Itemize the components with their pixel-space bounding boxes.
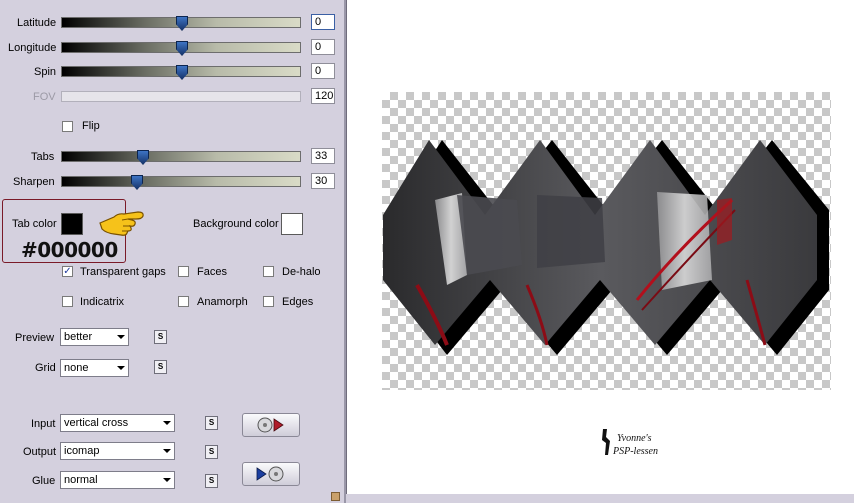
de-halo-label: De-halo: [282, 266, 321, 278]
output-s-button[interactable]: S: [205, 445, 218, 459]
tabs-label: Tabs: [31, 151, 55, 163]
tabs-slider[interactable]: [61, 150, 301, 165]
transparent-gaps-checkbox[interactable]: ✓: [62, 266, 73, 277]
preview-s-button[interactable]: S: [154, 330, 167, 344]
latitude-slider-thumb[interactable]: [176, 16, 188, 31]
de-halo-checkbox[interactable]: [263, 266, 274, 277]
longitude-label: Longitude: [8, 42, 57, 54]
pointing-hand-icon: [99, 211, 144, 236]
sharpen-label: Sharpen: [13, 176, 55, 188]
background-color-label: Background color: [193, 218, 279, 230]
indicatrix-label: Indicatrix: [80, 296, 125, 308]
chevron-down-icon: [163, 449, 171, 453]
preview-select[interactable]: better: [60, 328, 129, 346]
longitude-input[interactable]: 0: [311, 39, 335, 55]
tab-color-swatch[interactable]: [61, 213, 83, 235]
flip-checkbox[interactable]: [62, 121, 73, 132]
sharpen-slider[interactable]: [61, 175, 301, 190]
input-select-value: vertical cross: [64, 417, 129, 429]
anamorph-checkbox[interactable]: [178, 296, 189, 307]
save-preset-button[interactable]: [242, 462, 300, 486]
input-select[interactable]: vertical cross: [60, 414, 175, 432]
watermark-logo: Yvonne's PSP-lessen: [602, 429, 658, 457]
spin-label: Spin: [34, 66, 57, 78]
spin-slider[interactable]: [61, 65, 301, 80]
sharpen-slider-thumb[interactable]: [131, 175, 143, 190]
grid-s-button[interactable]: S: [154, 360, 167, 374]
grid-select-value: none: [64, 362, 89, 374]
latitude-slider[interactable]: [61, 16, 301, 31]
tab-color-hex: #000000: [21, 238, 118, 262]
preview-label: Preview: [15, 332, 55, 344]
background-color-swatch[interactable]: [281, 213, 303, 235]
faces-checkbox[interactable]: [178, 266, 189, 277]
output-label: Output: [23, 446, 57, 458]
glue-label: Glue: [32, 475, 56, 487]
preview-pane: Yvonne's PSP-lessen: [346, 0, 854, 503]
anamorph-label: Anamorph: [197, 296, 248, 308]
disc-play-icon: [257, 417, 284, 433]
load-preset-button[interactable]: [242, 413, 300, 437]
faces-label: Faces: [197, 266, 227, 278]
glue-select[interactable]: normal: [60, 471, 175, 489]
indicatrix-checkbox[interactable]: [62, 296, 73, 307]
slider-row-sharpen: Sharpen 30: [0, 173, 346, 191]
glue-select-value: normal: [64, 474, 98, 486]
resize-grip[interactable]: [331, 492, 340, 501]
output-select-value: icomap: [64, 445, 100, 457]
slider-row-tabs: Tabs 33: [0, 148, 346, 166]
slider-row-spin: Spin 0: [0, 63, 346, 81]
latitude-label: Latitude: [17, 17, 57, 29]
play-disc-icon: [256, 466, 284, 482]
grid-select[interactable]: none: [60, 359, 129, 377]
fov-label: FOV: [33, 91, 56, 103]
slider-row-fov: FOV 120: [0, 88, 346, 106]
chevron-down-icon: [117, 335, 125, 339]
output-select[interactable]: icomap: [60, 442, 175, 460]
chevron-down-icon: [163, 478, 171, 482]
fov-input: 120: [311, 88, 335, 104]
latitude-input[interactable]: 0: [311, 14, 335, 30]
watermark-line2: PSP-lessen: [612, 446, 658, 457]
fov-slider: [61, 91, 301, 102]
longitude-slider[interactable]: [61, 41, 301, 56]
watermark-line1: Yvonne's: [617, 433, 652, 444]
tab-color-label: Tab color: [12, 218, 57, 230]
slider-row-latitude: Latitude 0: [0, 14, 346, 32]
input-label: Input: [31, 418, 56, 430]
tabs-input[interactable]: 33: [311, 148, 335, 164]
chevron-down-icon: [117, 366, 125, 370]
input-s-button[interactable]: S: [205, 416, 218, 430]
transparent-gaps-label: Transparent gaps: [80, 266, 166, 278]
settings-panel: Latitude 0 Longitude 0 Spin 0 FOV 120 Fl…: [0, 0, 346, 503]
grid-label: Grid: [35, 362, 56, 374]
edges-label: Edges: [282, 296, 314, 308]
spin-slider-thumb[interactable]: [176, 65, 188, 80]
glue-s-button[interactable]: S: [205, 474, 218, 488]
longitude-slider-thumb[interactable]: [176, 41, 188, 56]
tabs-slider-thumb[interactable]: [137, 150, 149, 165]
flip-label: Flip: [82, 120, 100, 132]
slider-row-longitude: Longitude 0: [0, 39, 346, 57]
chevron-down-icon: [163, 421, 171, 425]
spin-input[interactable]: 0: [311, 63, 335, 79]
sharpen-input[interactable]: 30: [311, 173, 335, 189]
status-strip: [346, 494, 854, 503]
edges-checkbox[interactable]: [263, 296, 274, 307]
preview-select-value: better: [64, 331, 93, 343]
